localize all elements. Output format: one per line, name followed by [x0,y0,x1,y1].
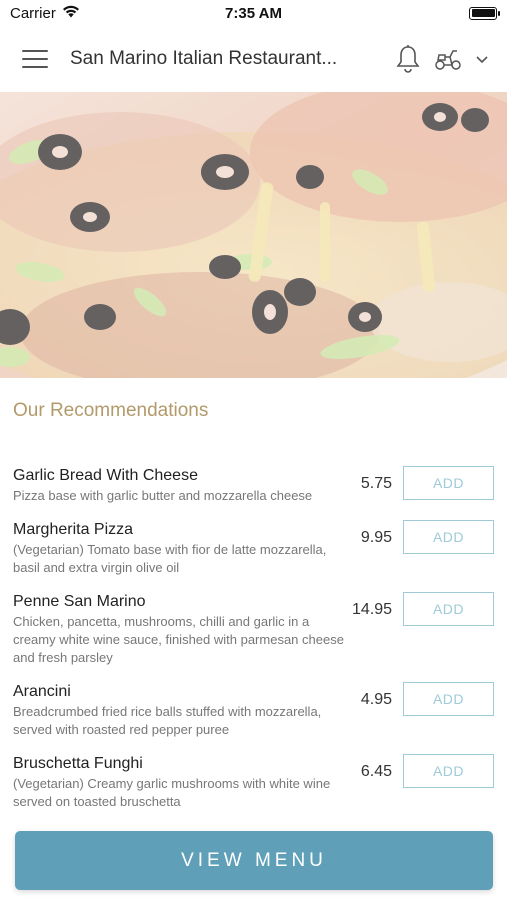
menu-item-description: (Vegetarian) Tomato base with fior de la… [13,542,327,575]
menu-item-text: Margherita Pizza (Vegetarian) Tomato bas… [13,520,348,592]
add-button[interactable]: ADD [403,592,494,626]
view-menu-button[interactable]: VIEW MENU [15,831,493,890]
bell-icon[interactable] [395,44,421,74]
menu-item-name: Margherita Pizza [13,521,134,538]
recommendations-list: Garlic Bread With Cheese Pizza base with… [0,466,507,826]
add-button[interactable]: ADD [403,682,494,716]
recommendations-title: Our Recommendations [13,400,209,421]
menu-item-price: 14.95 [351,601,392,618]
menu-item: Bruschetta Funghi (Vegetarian) Creamy ga… [0,754,507,826]
menu-item-price: 6.45 [360,763,392,780]
menu-item-description: Chicken, pancetta, mushrooms, chilli and… [13,614,344,665]
menu-item-description: Breadcrumbed fried rice balls stuffed wi… [13,704,322,737]
menu-item-price: 4.95 [360,691,392,708]
menu-item-name: Penne San Marino [13,593,146,610]
add-button[interactable]: ADD [403,466,494,500]
menu-item: Garlic Bread With Cheese Pizza base with… [0,466,507,520]
add-button[interactable]: ADD [403,520,494,554]
hamburger-menu-icon[interactable] [20,47,50,71]
menu-item-description: Pizza base with garlic butter and mozzar… [13,488,313,503]
menu-item-name: Bruschetta Funghi [13,755,143,772]
menu-item-price: 9.95 [360,529,392,546]
menu-item: Arancini Breadcrumbed fried rice balls s… [0,682,507,754]
add-button[interactable]: ADD [403,754,494,788]
restaurant-title: San Marino Italian Restaurant... [70,48,338,69]
app-header: San Marino Italian Restaurant... [0,26,507,92]
menu-item-text: Arancini Breadcrumbed fried rice balls s… [13,682,348,754]
status-bar: Carrier 7:35 AM [0,0,507,26]
menu-item-text: Penne San Marino Chicken, pancetta, mush… [13,592,348,682]
delivery-scooter-icon[interactable] [433,47,463,71]
status-left: Carrier [10,5,80,22]
menu-item-text: Garlic Bread With Cheese Pizza base with… [13,466,348,520]
header-actions [395,44,489,74]
battery-icon [469,6,500,20]
menu-item-name: Arancini [13,683,71,700]
hero-pizza-image [0,92,507,378]
menu-item-description: (Vegetarian) Creamy garlic mushrooms wit… [13,776,331,809]
menu-item-price: 5.75 [360,475,392,492]
wifi-icon [62,5,80,22]
menu-item: Margherita Pizza (Vegetarian) Tomato bas… [0,520,507,592]
menu-item: Penne San Marino Chicken, pancetta, mush… [0,592,507,682]
menu-item-name: Garlic Bread With Cheese [13,467,198,484]
carrier-label: Carrier [10,4,56,22]
menu-item-text: Bruschetta Funghi (Vegetarian) Creamy ga… [13,754,348,826]
chevron-down-icon[interactable] [475,54,489,64]
